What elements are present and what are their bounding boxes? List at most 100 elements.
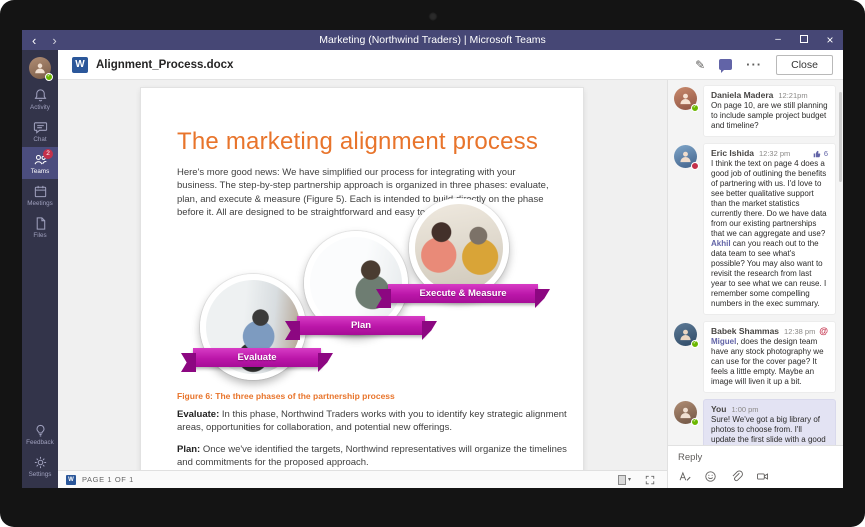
sidebar-item-chat[interactable]: Chat <box>22 115 58 147</box>
close-document-button[interactable]: Close <box>776 55 833 75</box>
plan-ribbon: Plan <box>297 316 425 335</box>
message-text-part: can you reach out to the data team to se… <box>711 239 826 308</box>
message-author: Daniela Madera <box>711 90 773 100</box>
paragraph-lead: Plan: <box>177 444 200 455</box>
page-indicator: PAGE 1 OF 1 <box>82 475 134 484</box>
message-author: You <box>711 404 726 414</box>
person-icon <box>678 327 693 342</box>
attach-icon[interactable] <box>730 470 743 483</box>
message-time: 12:32 pm <box>759 149 790 158</box>
document-body: Evaluate: In this phase, Northwind Trade… <box>177 408 567 470</box>
evaluate-ribbon: Evaluate <box>193 348 321 367</box>
sidebar-item-label: Meetings <box>27 200 53 207</box>
minimize-button[interactable]: – <box>765 30 791 50</box>
avatar-eric[interactable] <box>674 145 697 168</box>
edit-pencil-icon[interactable]: ✎ <box>695 58 705 72</box>
sidebar-item-label: Feedback <box>26 439 54 446</box>
sidebar-item-teams[interactable]: 2 Teams <box>22 147 58 179</box>
avatar-babek[interactable]: ✓ <box>674 323 697 346</box>
sidebar-item-meetings[interactable]: Meetings <box>22 179 58 211</box>
message-text-part: I think the text on page 4 does a good j… <box>711 159 827 238</box>
close-window-button[interactable]: × <box>817 30 843 50</box>
word-icon: W <box>72 57 88 73</box>
video-icon[interactable] <box>756 470 769 483</box>
message-card[interactable]: Daniela Madera 12:21pm On page 10, are w… <box>703 85 836 137</box>
sidebar-item-label: Teams <box>31 168 50 175</box>
document-heading: The marketing alignment process <box>177 128 538 156</box>
avatar-daniela[interactable]: ✓ <box>674 87 697 110</box>
person-icon <box>678 405 693 420</box>
window-titlebar: ‹ › Marketing (Northwind Traders) | Micr… <box>22 30 843 50</box>
chat-icon <box>33 120 48 135</box>
message-card[interactable]: Eric Ishida 12:32 pm 6 I think the text … <box>703 143 836 315</box>
presence-available-icon: ✓ <box>691 340 699 348</box>
maximize-icon <box>800 35 808 43</box>
sidebar-item-files[interactable]: Files <box>22 211 58 243</box>
document-canvas[interactable]: The marketing alignment process Here's m… <box>58 80 667 470</box>
message-row: Eric Ishida 12:32 pm 6 I think the text … <box>674 143 836 315</box>
sidebar-item-feedback[interactable]: Feedback <box>22 418 58 450</box>
message-time: 1:00 pm <box>731 405 758 414</box>
sidebar-item-label: Settings <box>29 471 52 478</box>
reply-compose-area: Reply <box>668 445 843 488</box>
user-avatar[interactable]: ✓ <box>29 57 51 79</box>
message-text: On page 10, are we still planning to inc… <box>711 101 828 131</box>
message-text: Sure! We've got a big library of photos … <box>711 415 828 445</box>
document-header: W Alignment_Process.docx ✎ ··· Close <box>58 50 843 80</box>
message-text: Miguel, does the design team have any st… <box>711 337 828 387</box>
sidebar-item-label: Activity <box>30 104 50 111</box>
paragraph-lead: Evaluate: <box>177 409 219 420</box>
sidebar-item-settings[interactable]: Settings <box>22 450 58 482</box>
like-count: 6 <box>824 149 828 158</box>
execute-measure-photo <box>409 198 509 298</box>
more-options-icon[interactable]: ··· <box>746 57 762 72</box>
device-frame: ‹ › Marketing (Northwind Traders) | Micr… <box>0 0 865 527</box>
conversation-toggle-icon[interactable] <box>719 59 732 70</box>
sidebar-item-activity[interactable]: Activity <box>22 83 58 115</box>
message-time: 12:38 pm <box>784 327 815 336</box>
paragraph-text: In this phase, Northwind Traders works w… <box>177 409 567 433</box>
mention-miguel[interactable]: Miguel <box>711 337 736 346</box>
document-intro-paragraph: Here's more good news: We have simplifie… <box>177 166 555 220</box>
emoji-icon[interactable] <box>704 470 717 483</box>
document-statusbar: W PAGE 1 OF 1 ▾ <box>58 470 667 488</box>
thumbs-up-icon[interactable] <box>813 149 822 158</box>
avatar-you[interactable]: ✓ <box>674 401 697 424</box>
message-card[interactable]: Babek Shammas 12:38 pm @ Miguel, does th… <box>703 321 836 393</box>
message-row: ✓ Daniela Madera 12:21pm On page 10, are… <box>674 85 836 137</box>
message-card-self[interactable]: You 1:00 pm Sure! We've got a big librar… <box>703 399 836 445</box>
presence-available-icon: ✓ <box>691 104 699 112</box>
format-icon[interactable] <box>678 470 691 483</box>
message-author: Eric Ishida <box>711 148 754 158</box>
mention-akhil[interactable]: Akhil <box>711 239 731 248</box>
page-view-icon <box>618 475 626 485</box>
person-icon <box>678 91 693 106</box>
teams-window: ‹ › Marketing (Northwind Traders) | Micr… <box>22 30 843 488</box>
calendar-icon <box>33 184 48 199</box>
figure-caption: Figure 6: The three phases of the partne… <box>177 391 395 401</box>
back-button[interactable]: ‹ <box>32 34 36 47</box>
forward-button[interactable]: › <box>52 34 56 47</box>
sidebar-item-label: Chat <box>33 136 46 143</box>
message-list: ✓ Daniela Madera 12:21pm On page 10, are… <box>668 80 843 445</box>
message-author: Babek Shammas <box>711 326 779 336</box>
document-page: The marketing alignment process Here's m… <box>141 88 583 470</box>
paragraph-plan: Plan: Once we've identified the targets,… <box>177 443 567 470</box>
expand-icon <box>645 475 655 485</box>
view-mode-button[interactable]: ▾ <box>618 475 631 485</box>
document-viewer: The marketing alignment process Here's m… <box>58 80 667 488</box>
reply-input[interactable]: Reply <box>678 452 833 463</box>
message-row: ✓ Babek Shammas 12:38 pm @ Miguel, does … <box>674 321 836 393</box>
teams-unread-badge: 2 <box>43 149 53 159</box>
bell-icon <box>33 88 48 103</box>
lightbulb-icon <box>33 423 48 438</box>
person-icon <box>33 61 47 75</box>
gear-icon <box>33 455 48 470</box>
chat-scrollbar[interactable] <box>839 92 842 182</box>
maximize-button[interactable] <box>791 30 817 50</box>
paragraph-text: Once we've identified the targets, North… <box>177 444 567 468</box>
fullscreen-button[interactable] <box>645 475 655 485</box>
app-sidebar: ✓ Activity Chat 2 Teams Meetin <box>22 50 58 488</box>
word-icon-small: W <box>66 475 76 485</box>
chevron-down-icon: ▾ <box>628 476 631 483</box>
